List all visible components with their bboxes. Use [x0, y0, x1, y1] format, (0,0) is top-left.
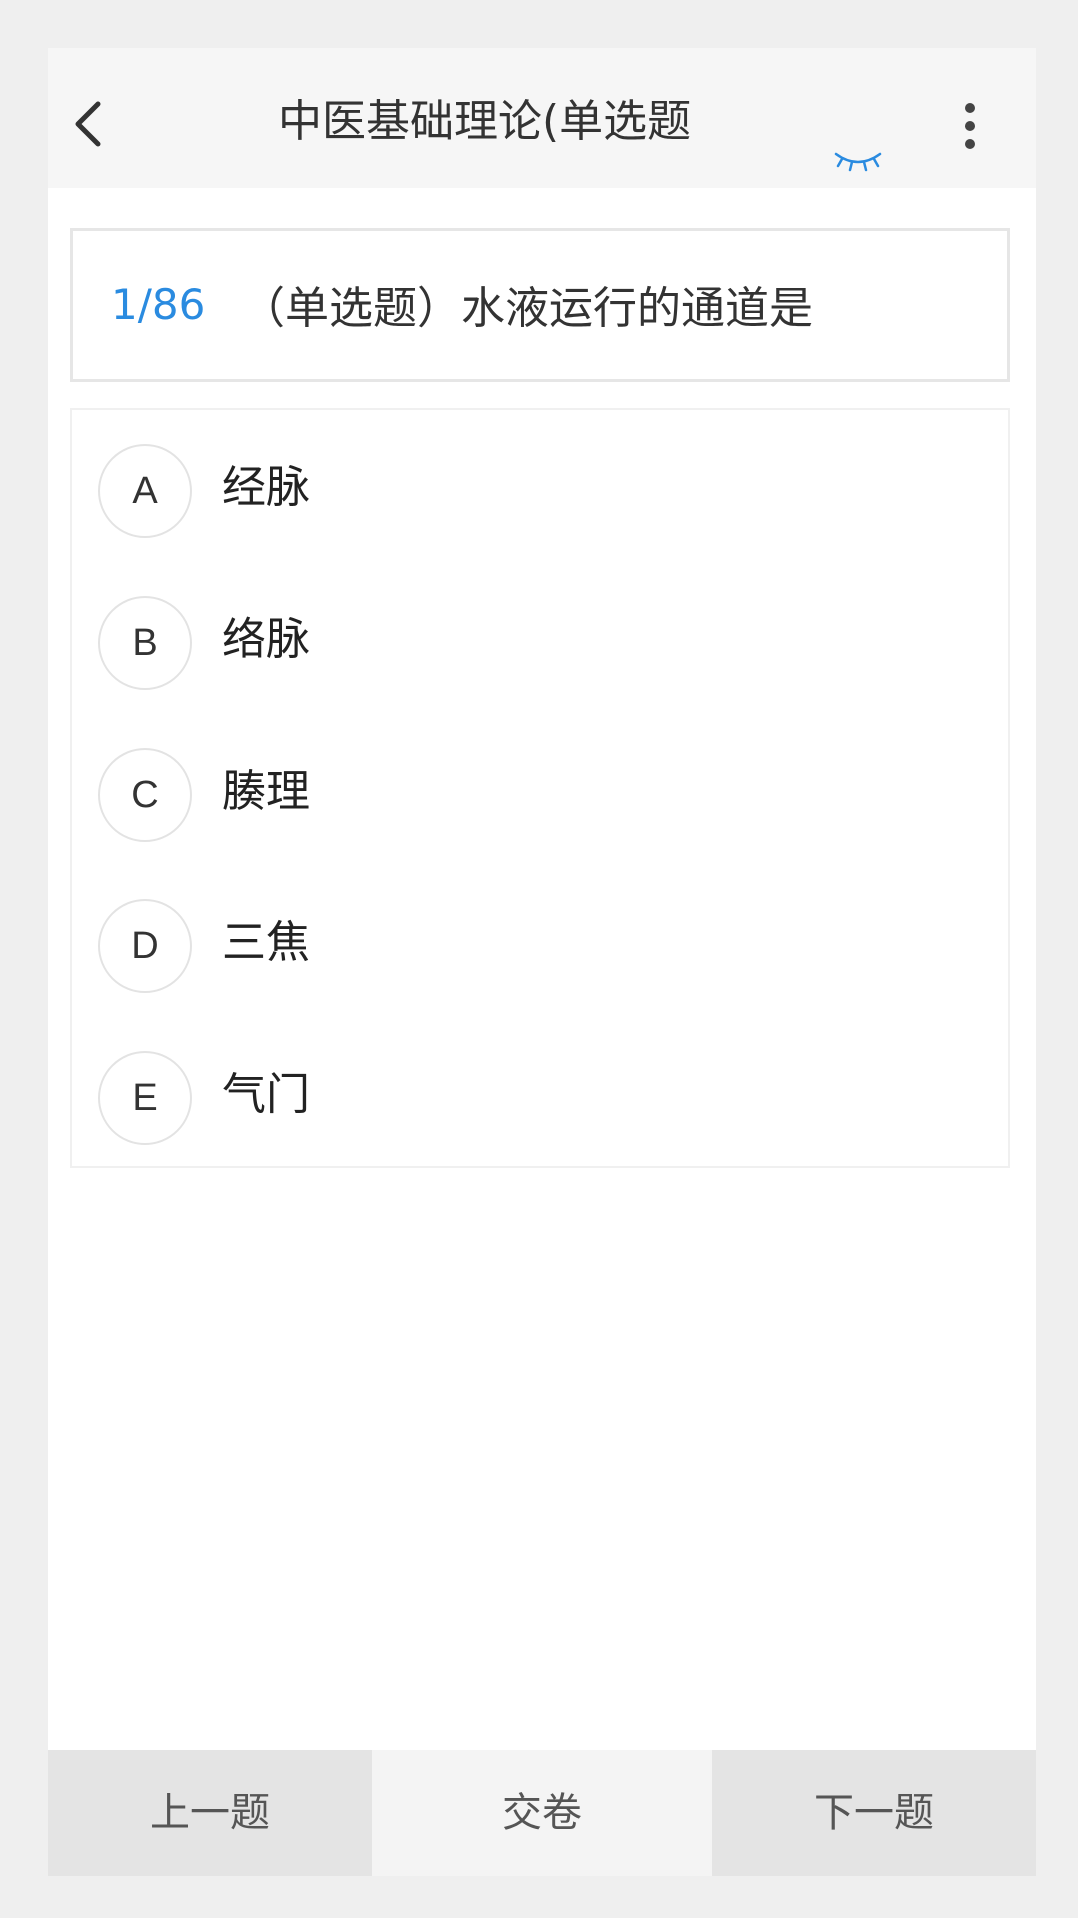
- option-label: 腠理: [222, 766, 310, 817]
- previous-question-button[interactable]: 上一题: [48, 1750, 372, 1876]
- option-c[interactable]: C 腠理: [72, 740, 1008, 850]
- option-letter: A: [98, 444, 192, 538]
- question-card: 1/86 （单选题）水液运行的通道是: [70, 228, 1010, 382]
- option-letter: E: [98, 1051, 192, 1145]
- options-list: A 经脉 B 络脉 C 腠理 D 三焦 E 气门: [70, 408, 1010, 1168]
- option-label: 经脉: [222, 462, 310, 513]
- submit-exam-button[interactable]: 交卷: [372, 1750, 712, 1876]
- eye-closed-icon: [834, 152, 882, 172]
- question-index: 1/86: [111, 280, 206, 329]
- option-e[interactable]: E 气门: [72, 1043, 1008, 1153]
- quiz-screen: 中医基础理论(单选题 1/86 （单选题）水液运行的通道是 A 经脉 B 络脉 …: [48, 48, 1036, 1876]
- option-d[interactable]: D 三焦: [72, 891, 1008, 1001]
- toggle-answer-button[interactable]: [832, 148, 884, 180]
- option-letter: D: [98, 899, 192, 993]
- option-label: 三焦: [222, 917, 310, 968]
- back-button[interactable]: [62, 96, 118, 152]
- option-a[interactable]: A 经脉: [72, 436, 1008, 546]
- bottom-bar: 上一题 交卷 下一题: [48, 1750, 1036, 1876]
- more-menu-button[interactable]: [956, 100, 984, 156]
- option-letter: C: [98, 748, 192, 842]
- option-label: 气门: [222, 1069, 310, 1120]
- question-text: （单选题）水液运行的通道是: [241, 283, 813, 334]
- next-question-button[interactable]: 下一题: [712, 1750, 1036, 1876]
- option-label: 络脉: [222, 614, 310, 665]
- more-vertical-icon: [965, 103, 975, 149]
- option-letter: B: [98, 596, 192, 690]
- top-bar: 中医基础理论(单选题: [48, 48, 1036, 188]
- back-arrow-icon: [75, 101, 101, 147]
- page-title: 中医基础理论(单选题: [278, 96, 692, 147]
- option-b[interactable]: B 络脉: [72, 588, 1008, 698]
